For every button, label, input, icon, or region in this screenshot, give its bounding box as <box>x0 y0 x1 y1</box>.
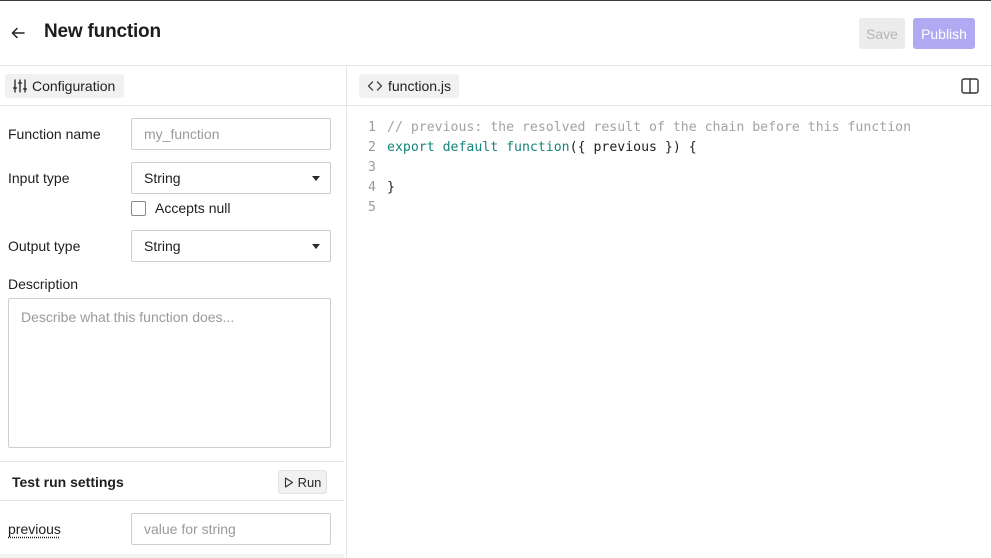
code-token: ({ previous }) { <box>569 140 697 155</box>
code-line[interactable]: 1 // previous: the resolved result of the… <box>347 118 991 138</box>
line-number: 4 <box>368 180 376 195</box>
code-text: // previous: the resolved result of the … <box>387 118 911 138</box>
line-number: 3 <box>368 160 376 175</box>
output-type-value: String <box>144 238 181 254</box>
code-line[interactable]: 3 <box>347 158 991 178</box>
input-type-label: Input type <box>8 170 70 186</box>
input-type-select[interactable]: String <box>131 162 331 194</box>
run-button-label: Run <box>297 474 322 490</box>
description-textarea[interactable] <box>8 298 331 448</box>
code-line[interactable]: 5 <box>347 198 991 218</box>
tab-function-js-label: function.js <box>388 78 452 94</box>
code-line[interactable]: 2 export default function({ previous }) { <box>347 138 991 158</box>
line-number: 2 <box>368 140 376 155</box>
back-button[interactable] <box>8 22 28 44</box>
configuration-tabbar: Configuration <box>0 66 347 106</box>
code-brackets-icon <box>367 81 383 91</box>
tab-function-js[interactable]: function.js <box>359 74 459 98</box>
code-text: } <box>387 178 395 198</box>
play-icon <box>284 476 293 488</box>
save-button[interactable]: Save <box>859 18 905 49</box>
panel-bottom-strip <box>0 554 344 558</box>
param-previous-input[interactable] <box>131 513 331 545</box>
editor-panel: function.js 1 // previous: the resolved r… <box>347 66 991 558</box>
output-type-label: Output type <box>8 238 81 254</box>
caret-down-icon <box>312 244 320 249</box>
accepts-null-checkbox[interactable] <box>131 200 146 216</box>
code-editor[interactable]: 1 // previous: the resolved result of the… <box>347 118 991 218</box>
accepts-null-label: Accepts null <box>155 200 231 216</box>
tab-configuration[interactable]: Configuration <box>5 74 124 98</box>
accepts-null-row: Accepts null <box>131 200 230 216</box>
test-run-settings-title: Test run settings <box>12 474 124 490</box>
description-label: Description <box>8 276 79 292</box>
run-button[interactable]: Run <box>278 470 327 494</box>
input-type-value: String <box>144 170 181 186</box>
line-number: 5 <box>368 200 376 215</box>
output-type-select[interactable]: String <box>131 230 331 262</box>
code-line[interactable]: 4} <box>347 178 991 198</box>
test-run-settings-header: Test run settings Run <box>0 461 344 501</box>
code-token: // previous: the resolved result of the … <box>387 120 912 135</box>
param-previous-label: previous <box>8 521 61 537</box>
arrow-left-icon <box>11 27 25 39</box>
code-text: export default function({ previous }) { <box>387 138 697 158</box>
page-header: New function Save Publish <box>0 1 991 66</box>
function-name-label: Function name <box>8 126 101 142</box>
code-token: export default <box>387 140 499 155</box>
publish-button[interactable]: Publish <box>913 18 975 49</box>
split-view-icon <box>961 78 979 94</box>
sliders-icon <box>13 79 27 93</box>
split-view-button[interactable] <box>960 76 980 96</box>
line-number: 1 <box>368 120 376 135</box>
page-title: New function <box>44 21 161 42</box>
configuration-panel: Configuration Function name Input type S… <box>0 66 347 558</box>
editor-tabbar: function.js <box>347 66 991 106</box>
code-token: function <box>506 140 570 155</box>
code-token: } <box>387 180 395 195</box>
tab-configuration-label: Configuration <box>32 78 116 94</box>
function-name-input[interactable] <box>131 118 331 150</box>
caret-down-icon <box>312 176 320 181</box>
